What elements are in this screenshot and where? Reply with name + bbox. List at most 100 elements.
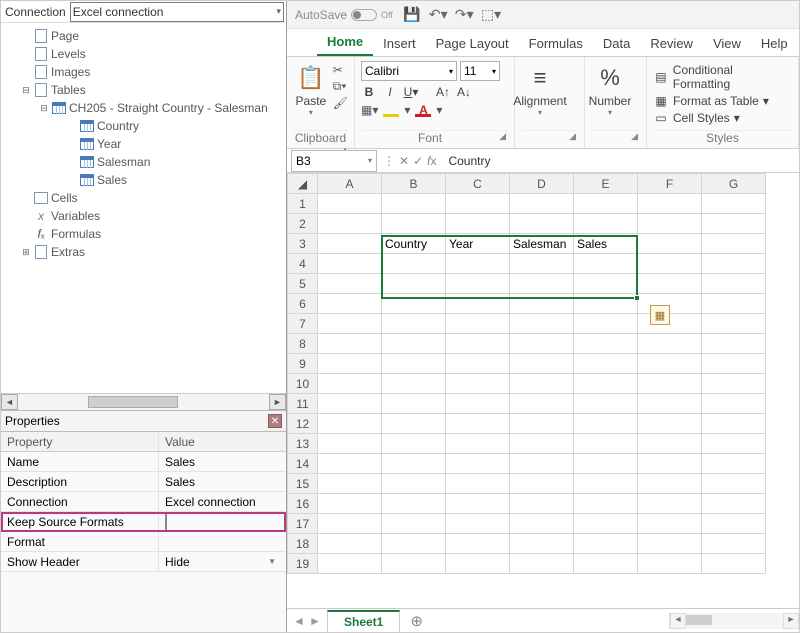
cell-A9[interactable] xyxy=(318,354,382,374)
cell-E7[interactable] xyxy=(574,314,638,334)
cell-F3[interactable] xyxy=(638,234,702,254)
font-color-button[interactable]: A xyxy=(415,103,431,117)
row-header-11[interactable]: 11 xyxy=(288,394,318,414)
cell-B2[interactable] xyxy=(382,214,446,234)
confirm-edit-icon[interactable]: ✓ xyxy=(413,154,423,168)
formula-input[interactable]: Country xyxy=(442,154,799,168)
tab-page-layout[interactable]: Page Layout xyxy=(426,31,519,56)
object-tree[interactable]: ·Page·Levels·Images⊟Tables⊟CH205 - Strai… xyxy=(1,23,286,393)
cell-A15[interactable] xyxy=(318,474,382,494)
cell-E17[interactable] xyxy=(574,514,638,534)
tab-data[interactable]: Data xyxy=(593,31,640,56)
cell-G1[interactable] xyxy=(702,194,766,214)
cell-D7[interactable] xyxy=(510,314,574,334)
cell-D8[interactable] xyxy=(510,334,574,354)
paste-button[interactable]: 📋 Paste ▾ xyxy=(293,61,329,117)
cell-F18[interactable] xyxy=(638,534,702,554)
cell-A19[interactable] xyxy=(318,554,382,574)
row-header-19[interactable]: 19 xyxy=(288,554,318,574)
cell-G12[interactable] xyxy=(702,414,766,434)
fx-icon[interactable]: fx xyxy=(427,154,436,168)
expand-icon[interactable]: ⊟ xyxy=(37,103,51,114)
cell-C10[interactable] xyxy=(446,374,510,394)
cell-D13[interactable] xyxy=(510,434,574,454)
col-header-D[interactable]: D xyxy=(510,174,574,194)
cell-E19[interactable] xyxy=(574,554,638,574)
tree-item-page[interactable]: ·Page xyxy=(1,27,286,45)
cell-B9[interactable] xyxy=(382,354,446,374)
prop-format[interactable]: Format xyxy=(1,532,286,552)
tree-item-variables[interactable]: ·xVariables xyxy=(1,207,286,225)
cell-C16[interactable] xyxy=(446,494,510,514)
grid-scroll[interactable]: ◢ABCDEFG123CountryYearSalesmanSales45678… xyxy=(287,173,799,608)
tab-view[interactable]: View xyxy=(703,31,751,56)
scroll-right-icon[interactable]: ► xyxy=(783,613,799,629)
tree-item-images[interactable]: ·Images xyxy=(1,63,286,81)
cell-D9[interactable] xyxy=(510,354,574,374)
checkbox-icon[interactable] xyxy=(165,514,167,530)
row-header-8[interactable]: 8 xyxy=(288,334,318,354)
cell-B12[interactable] xyxy=(382,414,446,434)
cell-D3[interactable]: Salesman xyxy=(510,234,574,254)
cell-A2[interactable] xyxy=(318,214,382,234)
sheet-nav-first-icon[interactable]: ◄ xyxy=(291,614,307,628)
scroll-left-icon[interactable]: ◄ xyxy=(1,394,18,410)
cell-A6[interactable] xyxy=(318,294,382,314)
cell-G19[interactable] xyxy=(702,554,766,574)
cell-C19[interactable] xyxy=(446,554,510,574)
cell-E14[interactable] xyxy=(574,454,638,474)
cell-A13[interactable] xyxy=(318,434,382,454)
cell-F1[interactable] xyxy=(638,194,702,214)
cancel-edit-icon[interactable]: ✕ xyxy=(399,154,409,168)
cell-C15[interactable] xyxy=(446,474,510,494)
cell-B19[interactable] xyxy=(382,554,446,574)
cell-C13[interactable] xyxy=(446,434,510,454)
cell-B8[interactable] xyxy=(382,334,446,354)
tree-item-levels[interactable]: ·Levels xyxy=(1,45,286,63)
cell-A4[interactable] xyxy=(318,254,382,274)
cell-F17[interactable] xyxy=(638,514,702,534)
bold-button[interactable]: B xyxy=(361,85,377,99)
tab-insert[interactable]: Insert xyxy=(373,31,426,56)
close-icon[interactable]: ✕ xyxy=(268,414,282,428)
tree-item-country[interactable]: ·Country xyxy=(1,117,286,135)
cell-G14[interactable] xyxy=(702,454,766,474)
cell-C9[interactable] xyxy=(446,354,510,374)
cell-D12[interactable] xyxy=(510,414,574,434)
cell-B5[interactable] xyxy=(382,274,446,294)
italic-button[interactable]: I xyxy=(382,85,398,99)
horizontal-scrollbar[interactable]: ◄ ► xyxy=(669,613,799,629)
cell-G10[interactable] xyxy=(702,374,766,394)
row-header-4[interactable]: 4 xyxy=(288,254,318,274)
tree-item-tables[interactable]: ⊟Tables xyxy=(1,81,286,99)
cell-E18[interactable] xyxy=(574,534,638,554)
row-header-18[interactable]: 18 xyxy=(288,534,318,554)
cell-G8[interactable] xyxy=(702,334,766,354)
cell-E11[interactable] xyxy=(574,394,638,414)
cell-A16[interactable] xyxy=(318,494,382,514)
cell-E4[interactable] xyxy=(574,254,638,274)
prop-show-header[interactable]: Show HeaderHide▼ xyxy=(1,552,286,572)
cell-C1[interactable] xyxy=(446,194,510,214)
col-header-F[interactable]: F xyxy=(638,174,702,194)
cell-C4[interactable] xyxy=(446,254,510,274)
cell-C18[interactable] xyxy=(446,534,510,554)
cell-F4[interactable] xyxy=(638,254,702,274)
touch-mode-icon[interactable]: ⬚▾ xyxy=(481,6,499,23)
cell-G6[interactable] xyxy=(702,294,766,314)
spreadsheet-grid[interactable]: ◢ABCDEFG123CountryYearSalesmanSales45678… xyxy=(287,173,766,574)
row-header-6[interactable]: 6 xyxy=(288,294,318,314)
number-button[interactable]: %Number▾ xyxy=(591,61,629,117)
smart-tag-button[interactable]: ▦ xyxy=(650,305,670,325)
fill-color-button[interactable] xyxy=(383,103,399,117)
connection-select[interactable]: Excel connection ▾ xyxy=(70,2,284,22)
cell-G13[interactable] xyxy=(702,434,766,454)
cell-D14[interactable] xyxy=(510,454,574,474)
col-header-A[interactable]: A xyxy=(318,174,382,194)
sheet-nav-last-icon[interactable]: ► xyxy=(307,614,323,628)
format-as-table-button[interactable]: ▦Format as Table▾ xyxy=(653,94,792,108)
row-header-5[interactable]: 5 xyxy=(288,274,318,294)
col-header-C[interactable]: C xyxy=(446,174,510,194)
cell-D10[interactable] xyxy=(510,374,574,394)
cell-E12[interactable] xyxy=(574,414,638,434)
